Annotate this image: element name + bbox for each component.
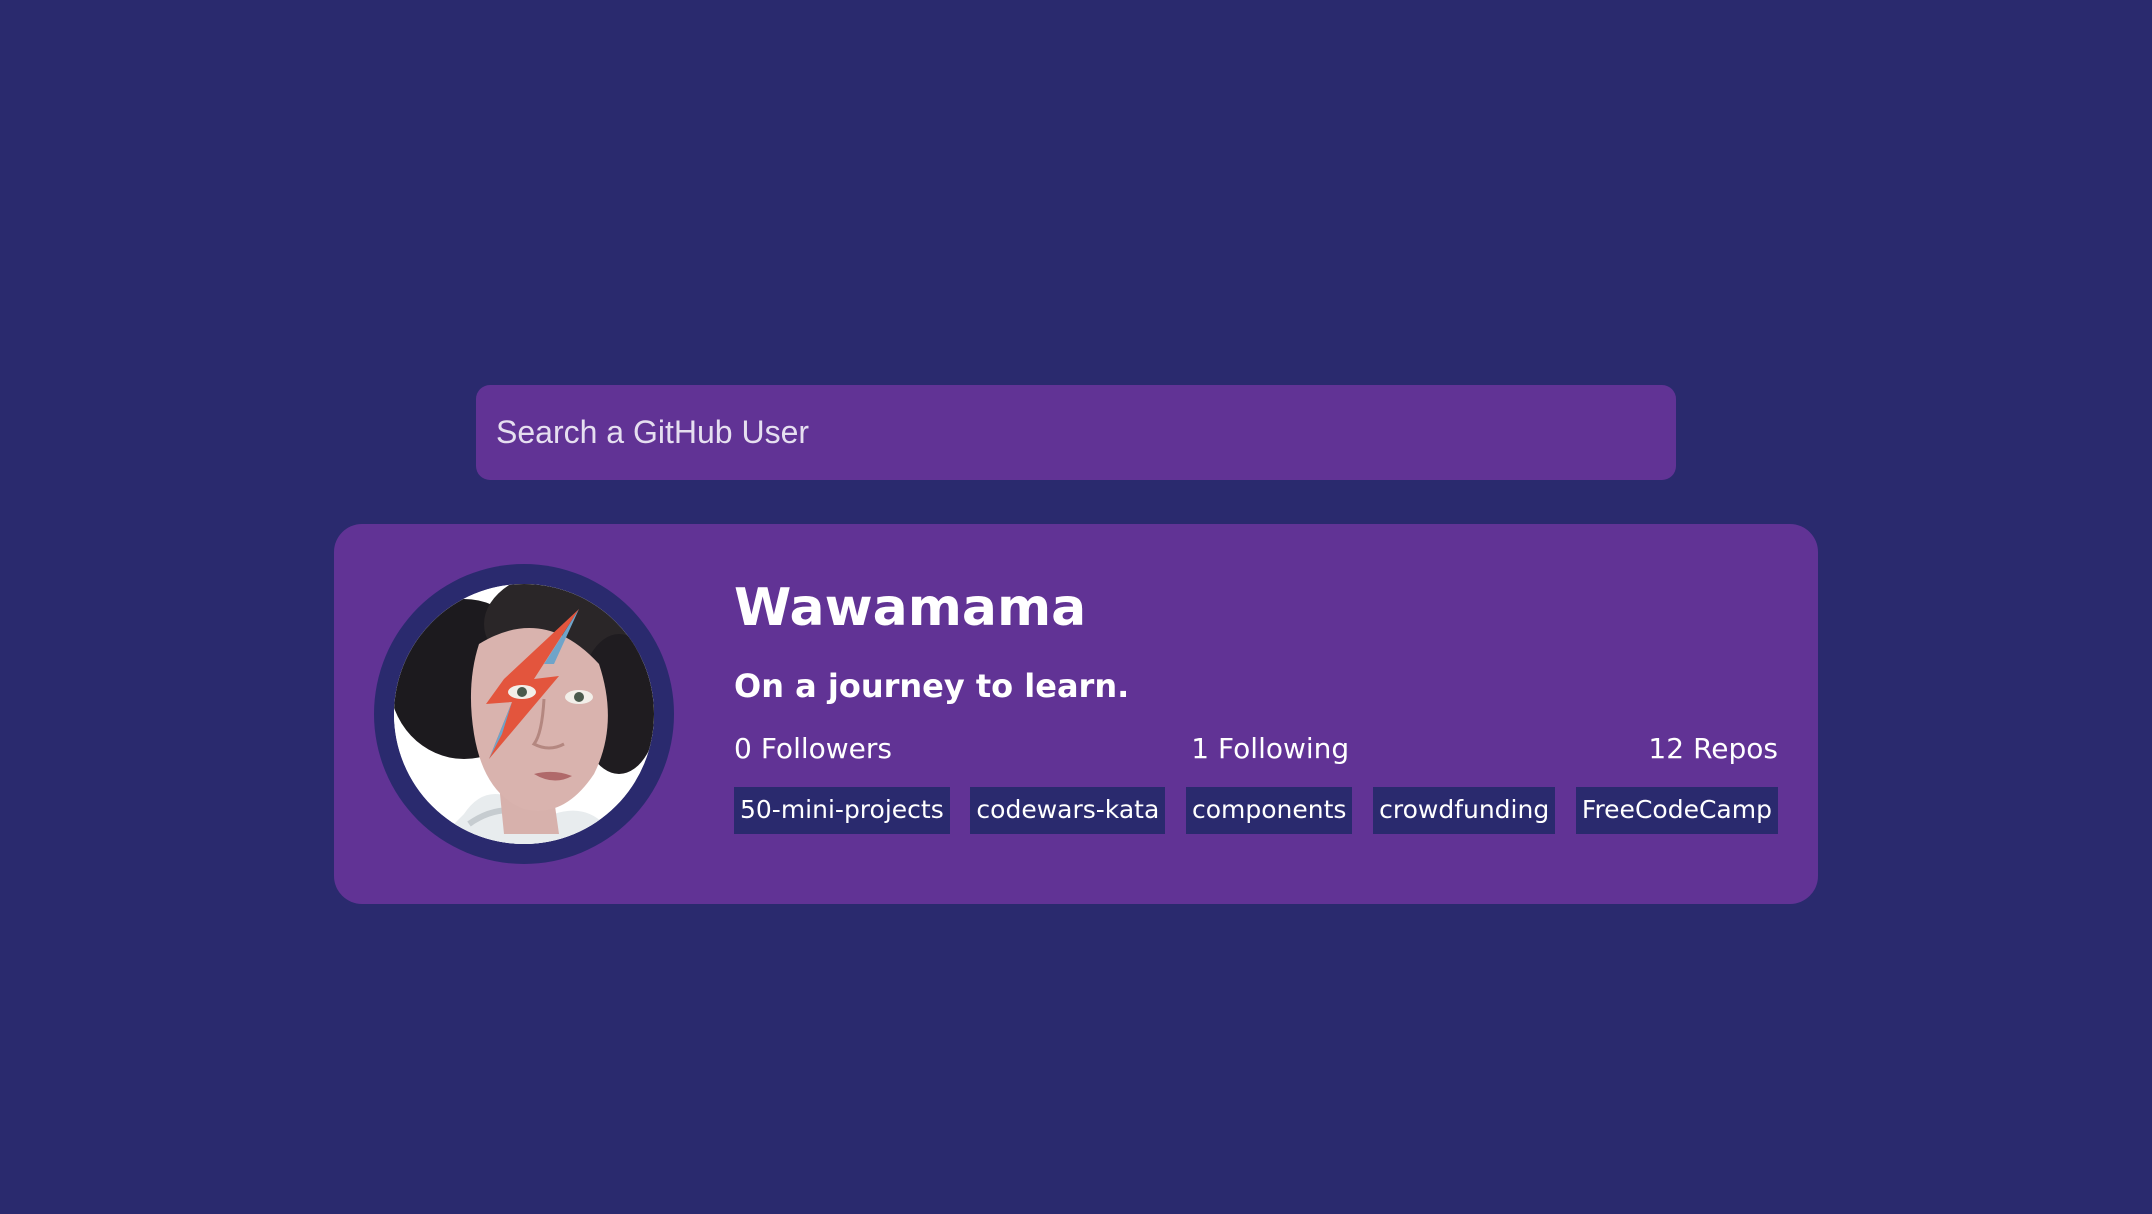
followers-count: 0	[734, 731, 752, 765]
following-count: 1	[1191, 731, 1210, 765]
repos-stat: 12 Repos	[1648, 732, 1778, 766]
avatar-portrait-icon	[394, 584, 654, 844]
repo-list: 50-mini-projects codewars-kata component…	[734, 787, 1778, 835]
user-name: Wawamama	[734, 578, 1087, 638]
user-bio: On a journey to learn.	[734, 667, 1130, 706]
repo-link-codewars-kata[interactable]: codewars-kata	[970, 787, 1166, 835]
search-input[interactable]	[476, 385, 1676, 480]
repos-count: 12	[1648, 731, 1685, 765]
avatar-ring	[374, 564, 674, 864]
search-form	[476, 385, 1676, 480]
followers-label: Followers	[760, 731, 892, 765]
user-card: Wawamama On a journey to learn. 0 Follow…	[334, 524, 1818, 904]
avatar	[394, 584, 654, 844]
user-info: Wawamama On a journey to learn. 0 Follow…	[734, 578, 1778, 835]
repo-link-components[interactable]: components	[1185, 787, 1353, 835]
following-stat: 1 Following	[1191, 732, 1349, 766]
repo-link-crowdfunding[interactable]: crowdfunding	[1373, 787, 1556, 835]
repos-label: Repos	[1693, 731, 1778, 765]
following-label: Following	[1218, 731, 1350, 765]
user-stats: 0 Followers 1 Following 12 Repos	[734, 732, 1778, 766]
repo-link-50-mini-projects[interactable]: 50-mini-projects	[734, 787, 950, 835]
repo-link-freecodecamp[interactable]: FreeCodeCamp	[1575, 787, 1778, 835]
followers-stat: 0 Followers	[734, 732, 892, 766]
